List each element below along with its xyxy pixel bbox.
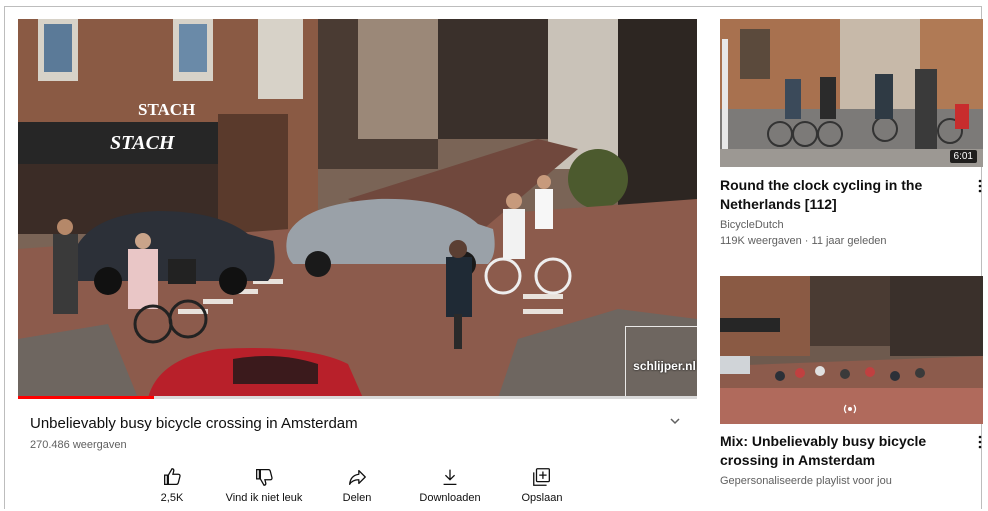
sidebar-video-title-1[interactable]: Round the clock cycling in the Netherlan… [720,176,965,214]
view-count: 270.486 weergaven [30,439,127,451]
store-sign-awning: STACH [110,132,176,154]
thumbs-up-icon [164,468,181,485]
share-icon [349,469,366,485]
like-button[interactable]: 2,5K [127,466,217,504]
duration-badge: 6:01 [949,150,977,163]
sidebar-thumbnail-1[interactable]: 6:01 [720,19,983,167]
thumbnail-image [720,19,983,167]
dislike-button[interactable]: Vind ik niet leuk [219,466,309,504]
download-icon [443,469,457,485]
playback-progress-bar[interactable] [18,396,697,399]
mix-broadcast-icon [843,404,857,414]
save-button[interactable]: Opslaan [497,466,587,504]
store-sign-top: STACH [138,100,195,119]
more-options-icon[interactable] [977,434,983,450]
download-button[interactable]: Downloaden [405,466,495,504]
more-options-icon[interactable] [977,178,983,194]
thumbs-down-icon [256,469,273,486]
dislike-label: Vind ik niet leuk [225,492,303,504]
video-frame-scene: STACH STACH [18,19,697,398]
sidebar-channel-2: Gepersonaliseerde playlist voor jou [720,475,892,487]
sidebar-channel-1[interactable]: BicycleDutch [720,217,784,233]
save-playlist-icon [533,468,550,486]
share-button[interactable]: Delen [312,466,402,504]
sidebar-video-title-2[interactable]: Mix: Unbelievably busy bicycle crossing … [720,432,965,470]
sidebar-meta-1: 119K weergaven · 11 jaar geleden [720,235,887,247]
playback-progress-fill [18,396,154,399]
like-count: 2,5K [160,492,184,504]
chevron-down-icon[interactable] [666,412,684,430]
save-label: Opslaan [521,492,563,504]
channel-watermark: schlijper.nl [625,326,697,398]
video-player[interactable]: STACH STACH schlijper.nl [18,19,697,398]
download-label: Downloaden [419,492,481,504]
video-title: Unbelievably busy bicycle crossing in Am… [30,415,358,432]
share-label: Delen [342,492,372,504]
